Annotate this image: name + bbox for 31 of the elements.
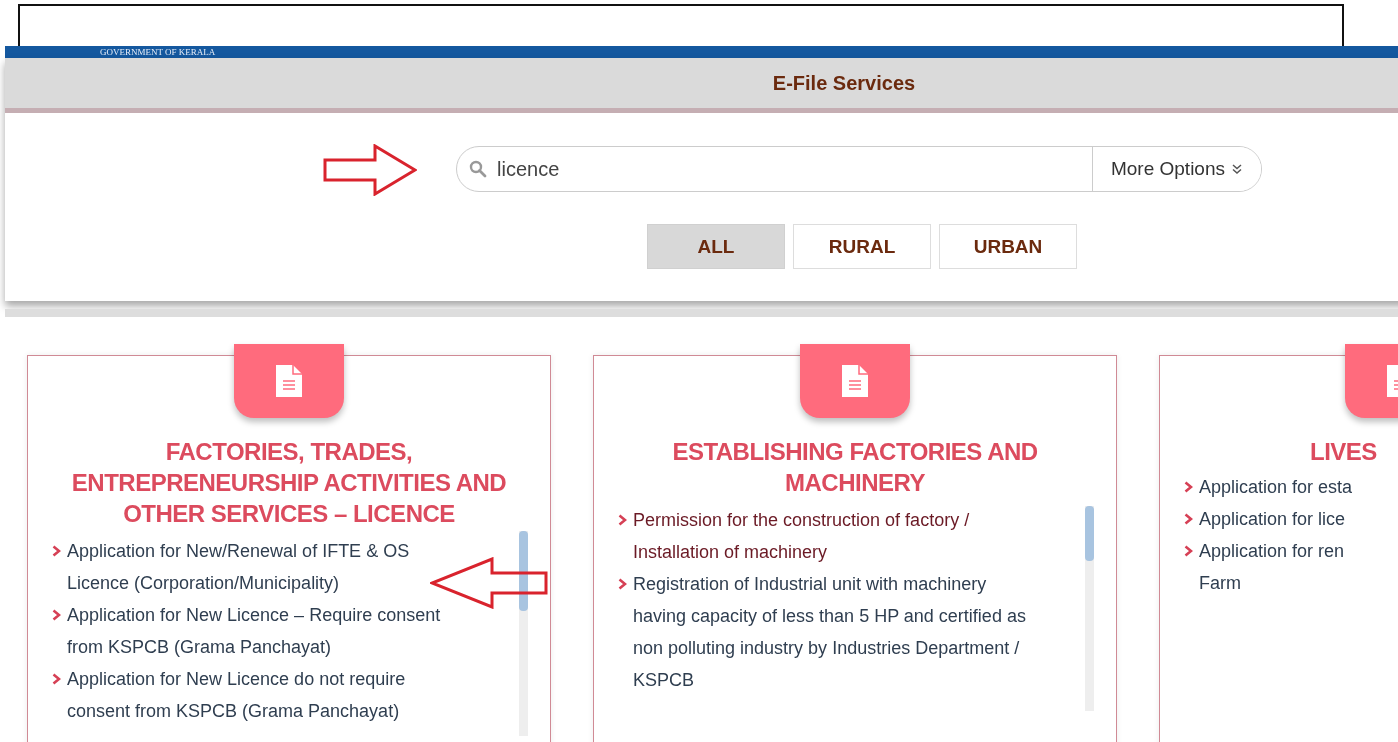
service-link[interactable]: Application for ren Farm bbox=[1199, 535, 1345, 599]
service-link[interactable]: Application for esta bbox=[1199, 471, 1353, 503]
double-chevron-icon bbox=[1231, 163, 1243, 175]
scrollbar[interactable] bbox=[519, 531, 528, 736]
chevron-icon bbox=[52, 545, 61, 557]
search-icon bbox=[469, 160, 487, 178]
service-link[interactable]: Application for New Licence – Require consent from KSPCB (Grama Panchayat) bbox=[67, 599, 441, 663]
service-link[interactable]: Application for New Licence do not require consent from KSPCB (Grama Panchayat) bbox=[67, 663, 406, 727]
card-title: LIVES bbox=[1309, 437, 1378, 467]
chevron-icon bbox=[1184, 545, 1193, 557]
chevron-icon bbox=[1184, 513, 1193, 525]
more-options-button[interactable]: More Options bbox=[1091, 147, 1261, 191]
filter-tab[interactable]: RURAL bbox=[793, 224, 931, 269]
chevron-icon bbox=[52, 609, 61, 621]
chevron-icon bbox=[52, 673, 61, 685]
filter-tab[interactable]: URBAN bbox=[939, 224, 1077, 269]
card-title: FACTORIES, TRADES, ENTREPRENEURSHIP ACTIVITIES AND OTHER SERVICES – LICENCE bbox=[70, 437, 508, 529]
service-link[interactable]: Registration of Industrial unit with machinery having capacity of less than 5 HP and certified as non polluting industry by Industries Department / KSPCB bbox=[633, 568, 1026, 696]
filter-tab[interactable]: ALL bbox=[647, 224, 785, 269]
chevron-icon bbox=[618, 514, 627, 526]
document-icon bbox=[841, 364, 869, 398]
service-link[interactable]: Application for lice bbox=[1199, 503, 1346, 535]
service-link[interactable]: Permission for the construction of factory / Installation of machinery bbox=[633, 504, 970, 568]
document-icon bbox=[275, 364, 303, 398]
page-title: E-File Services bbox=[772, 71, 916, 95]
banner-subtitle: GOVERNMENT OF KERALA bbox=[100, 46, 216, 58]
service-link[interactable]: Application for New/Renewal of IFTE & OS Licence (Corporation/Municipality) bbox=[67, 535, 410, 599]
chevron-icon bbox=[618, 578, 627, 590]
scrollbar[interactable] bbox=[1085, 506, 1094, 711]
chevron-icon bbox=[1184, 481, 1193, 493]
card-title: ESTABLISHING FACTORIES AND MACHINERY bbox=[671, 437, 1039, 498]
